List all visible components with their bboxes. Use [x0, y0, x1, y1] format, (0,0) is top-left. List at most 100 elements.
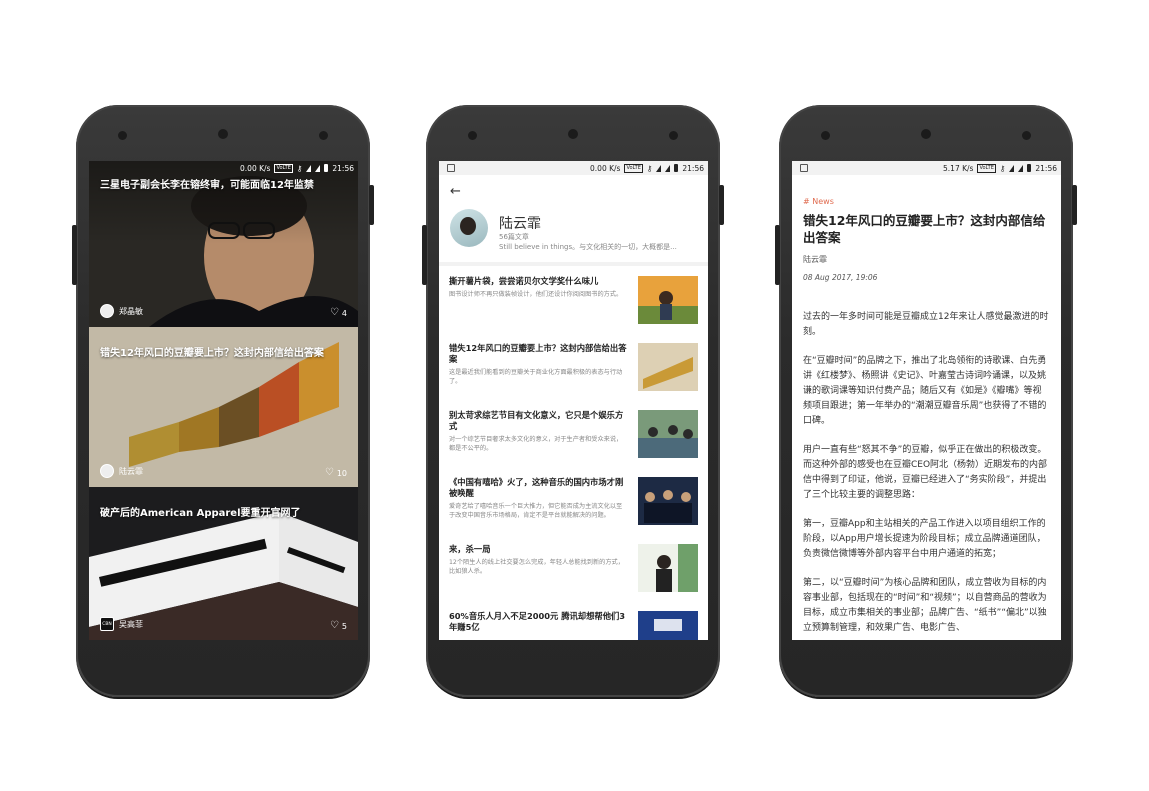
phone-sensor [669, 131, 678, 140]
wifi-icon [1009, 164, 1015, 172]
feed-card[interactable]: 破产后的American Apparel要重开官网了 CBN 吴高菲 ♡ 5 [89, 487, 358, 640]
article-paragraph: 在“豆瓣时间”的品牌之下，推出了北岛领衔的诗歌课、白先勇讲《红楼梦》、杨照讲《史… [803, 356, 1047, 426]
author-name: 郑晶敏 [119, 306, 143, 316]
article-title: 别太苛求综艺节目有文化意义，它只是个娱乐方式 [449, 410, 624, 431]
article-desc: 爱奇艺给了嘻哈音乐一个巨大推力，但它能否成为主流文化以至于改变中国音乐市场格局，… [449, 503, 623, 519]
like-button[interactable]: ♡ 5 [330, 621, 347, 631]
clock: 21:56 [332, 163, 354, 173]
like-count: 10 [336, 468, 347, 478]
list-item[interactable]: 撕开薯片袋，尝尝诺贝尔文学奖什么味儿 图书设计师不再只做装帧设计，他们还设计你阅… [439, 266, 708, 333]
list-item[interactable]: 60%音乐人月入不足2000元 腾讯却想帮他们3年赚5亿 [439, 601, 708, 640]
card-author[interactable]: CBN 吴高菲 [100, 617, 143, 631]
article-desc: 图书设计师不再只做装帧设计，他们还设计你阅阅图书的方式。 [449, 291, 623, 298]
key-icon: ⚷ [296, 163, 303, 173]
card-title: 错失12年风口的豆瓣要上市？这封内部信给出答案 [100, 348, 324, 359]
avatar [100, 464, 114, 478]
volte-badge: VoLTE [274, 163, 293, 173]
battery-icon [674, 164, 679, 172]
showcase-stage: 0.00 K/s VoLTE ⚷ 21:56 三星电子副会长李在镕终审，可能面临… [0, 0, 1149, 791]
article-date: 08 Aug 2017, 19:06 [803, 273, 878, 282]
battery-icon [1027, 164, 1032, 172]
author-bio: Still believe in things。与文化相关的一切，大概都是... [499, 243, 677, 251]
phone-sensor [468, 131, 477, 140]
avatar [450, 209, 488, 247]
heart-icon: ♡ [324, 467, 334, 478]
source-logo: CBN [100, 617, 114, 631]
wifi-icon [306, 164, 312, 172]
like-button[interactable]: ♡ 10 [325, 468, 347, 478]
heart-icon: ♡ [329, 620, 339, 631]
net-speed: 0.00 K/s [240, 163, 271, 173]
wifi-icon [656, 164, 662, 172]
status-bar: 0.00 K/s VoLTE ⚷ 21:56 [439, 161, 708, 175]
battery-icon [324, 164, 329, 172]
list-item[interactable]: 来，杀一局 12个陌生人的线上社交要怎么完成，年轻人总能找到新的方式，比如狼人杀… [439, 534, 708, 601]
article-thumbnail [638, 276, 698, 324]
article-thumbnail [638, 343, 698, 391]
image-notification-icon [447, 164, 455, 172]
author-header: ← 陆云霏 56篇文章 Still believe in things。与文化相… [439, 175, 708, 259]
article-list: 撕开薯片袋，尝尝诺贝尔文学奖什么味儿 图书设计师不再只做装帧设计，他们还设计你阅… [439, 262, 708, 640]
article-screen: 5.17 K/s VoLTE ⚷ 21:56 # News 错失12年风口的豆瓣… [792, 161, 1061, 640]
feed-card[interactable]: 错失12年风口的豆瓣要上市？这封内部信给出答案 陆云霏 ♡ 10 [89, 327, 358, 487]
back-arrow-icon[interactable]: ← [450, 184, 461, 199]
volume-button [72, 225, 77, 285]
article-desc: 12个陌生人的线上社交要怎么完成，年轻人总能找到新的方式，比如狼人杀。 [449, 559, 624, 575]
phone-feed: 0.00 K/s VoLTE ⚷ 21:56 三星电子副会长李在镕终审，可能面临… [72, 105, 374, 697]
list-item[interactable]: 别太苛求综艺节目有文化意义，它只是个娱乐方式 对一个综艺节目奢求太多文化的意义，… [439, 400, 708, 467]
signal-icon [315, 164, 321, 172]
card-author[interactable]: 陆云霏 [100, 464, 143, 478]
article-desc: 对一个综艺节目奢求太多文化的意义，对于生产者和受众来说，都是不公平的。 [449, 436, 623, 452]
net-speed: 5.17 K/s [943, 163, 974, 173]
author-name: 陆云霏 [499, 216, 541, 232]
key-icon: ⚷ [999, 163, 1006, 173]
phone-sensor [1022, 131, 1031, 140]
feed-card[interactable]: 三星电子副会长李在镕终审，可能面临12年监禁 郑晶敏 ♡ 4 [89, 161, 358, 327]
status-bar: 5.17 K/s VoLTE ⚷ 21:56 [792, 161, 1061, 175]
phone-speaker [921, 129, 931, 139]
phone-sensor [118, 131, 127, 140]
phone-sensor [821, 131, 830, 140]
phone-author: 0.00 K/s VoLTE ⚷ 21:56 ← 陆云霏 56篇文章 Still… [422, 105, 724, 697]
article-title: 错失12年风口的豆瓣要上市？这封内部信给出答案 [803, 213, 1046, 245]
article-desc: 这是最近我们能看到的豆瓣关于商业化方面最积极的表态与行动了。 [449, 369, 623, 385]
phone-speaker [218, 129, 228, 139]
clock: 21:56 [1035, 163, 1057, 173]
image-notification-icon [800, 164, 808, 172]
article-title: 撕开薯片袋，尝尝诺贝尔文学奖什么味儿 [449, 276, 599, 286]
like-button[interactable]: ♡ 4 [330, 308, 347, 318]
clock: 21:56 [682, 163, 704, 173]
card-author[interactable]: 郑晶敏 [100, 304, 143, 318]
power-button [1072, 185, 1077, 225]
volume-button [422, 225, 427, 285]
signal-icon [665, 164, 671, 172]
article-title: 来，杀一局 [449, 544, 491, 554]
article-body[interactable]: # News 错失12年风口的豆瓣要上市？这封内部信给出答案 陆云霏 08 Au… [792, 175, 1061, 640]
article-thumbnail [638, 544, 698, 592]
article-title: 60%音乐人月入不足2000元 腾讯却想帮他们3年赚5亿 [449, 611, 626, 632]
article-title: 错失12年风口的豆瓣要上市？这封内部信给出答案 [449, 343, 627, 364]
author-screen: 0.00 K/s VoLTE ⚷ 21:56 ← 陆云霏 56篇文章 Still… [439, 161, 708, 640]
list-item[interactable]: 错失12年风口的豆瓣要上市？这封内部信给出答案 这是最近我们能看到的豆瓣关于商业… [439, 333, 708, 400]
list-item[interactable]: 《中国有嘻哈》火了，这种音乐的国内市场才刚被唤醒 爱奇艺给了嘻哈音乐一个巨大推力… [439, 467, 708, 534]
card-title: 破产后的American Apparel要重开官网了 [100, 508, 301, 519]
key-icon: ⚷ [646, 163, 653, 173]
feed-screen: 0.00 K/s VoLTE ⚷ 21:56 三星电子副会长李在镕终审，可能面临… [89, 161, 358, 640]
article-count: 56篇文章 [499, 233, 529, 241]
volte-badge: VoLTE [977, 163, 996, 173]
article-title: 《中国有嘻哈》火了，这种音乐的国内市场才刚被唤醒 [449, 477, 624, 498]
author-name: 陆云霏 [119, 466, 143, 476]
article-author[interactable]: 陆云霏 [803, 254, 1050, 265]
signal-icon [1018, 164, 1024, 172]
avatar [100, 304, 114, 318]
category-tag[interactable]: # News [803, 197, 1050, 206]
article-paragraph: 第二，以“豆瓣时间”为核心品牌和团队，成立营收为目标的内容事业部，包括现在的“时… [803, 578, 1047, 633]
like-count: 5 [341, 621, 347, 631]
card-title: 三星电子副会长李在镕终审，可能面临12年监禁 [100, 180, 314, 191]
net-speed: 0.00 K/s [590, 163, 621, 173]
article-paragraph: 用户一直有些“怒其不争”的豆瓣，似乎正在做出的积极改变。而这种外部的感受也在豆瓣… [803, 445, 1048, 500]
volume-button [775, 225, 780, 285]
author-name: 吴高菲 [119, 619, 143, 629]
power-button [719, 185, 724, 225]
phone-sensor [319, 131, 328, 140]
